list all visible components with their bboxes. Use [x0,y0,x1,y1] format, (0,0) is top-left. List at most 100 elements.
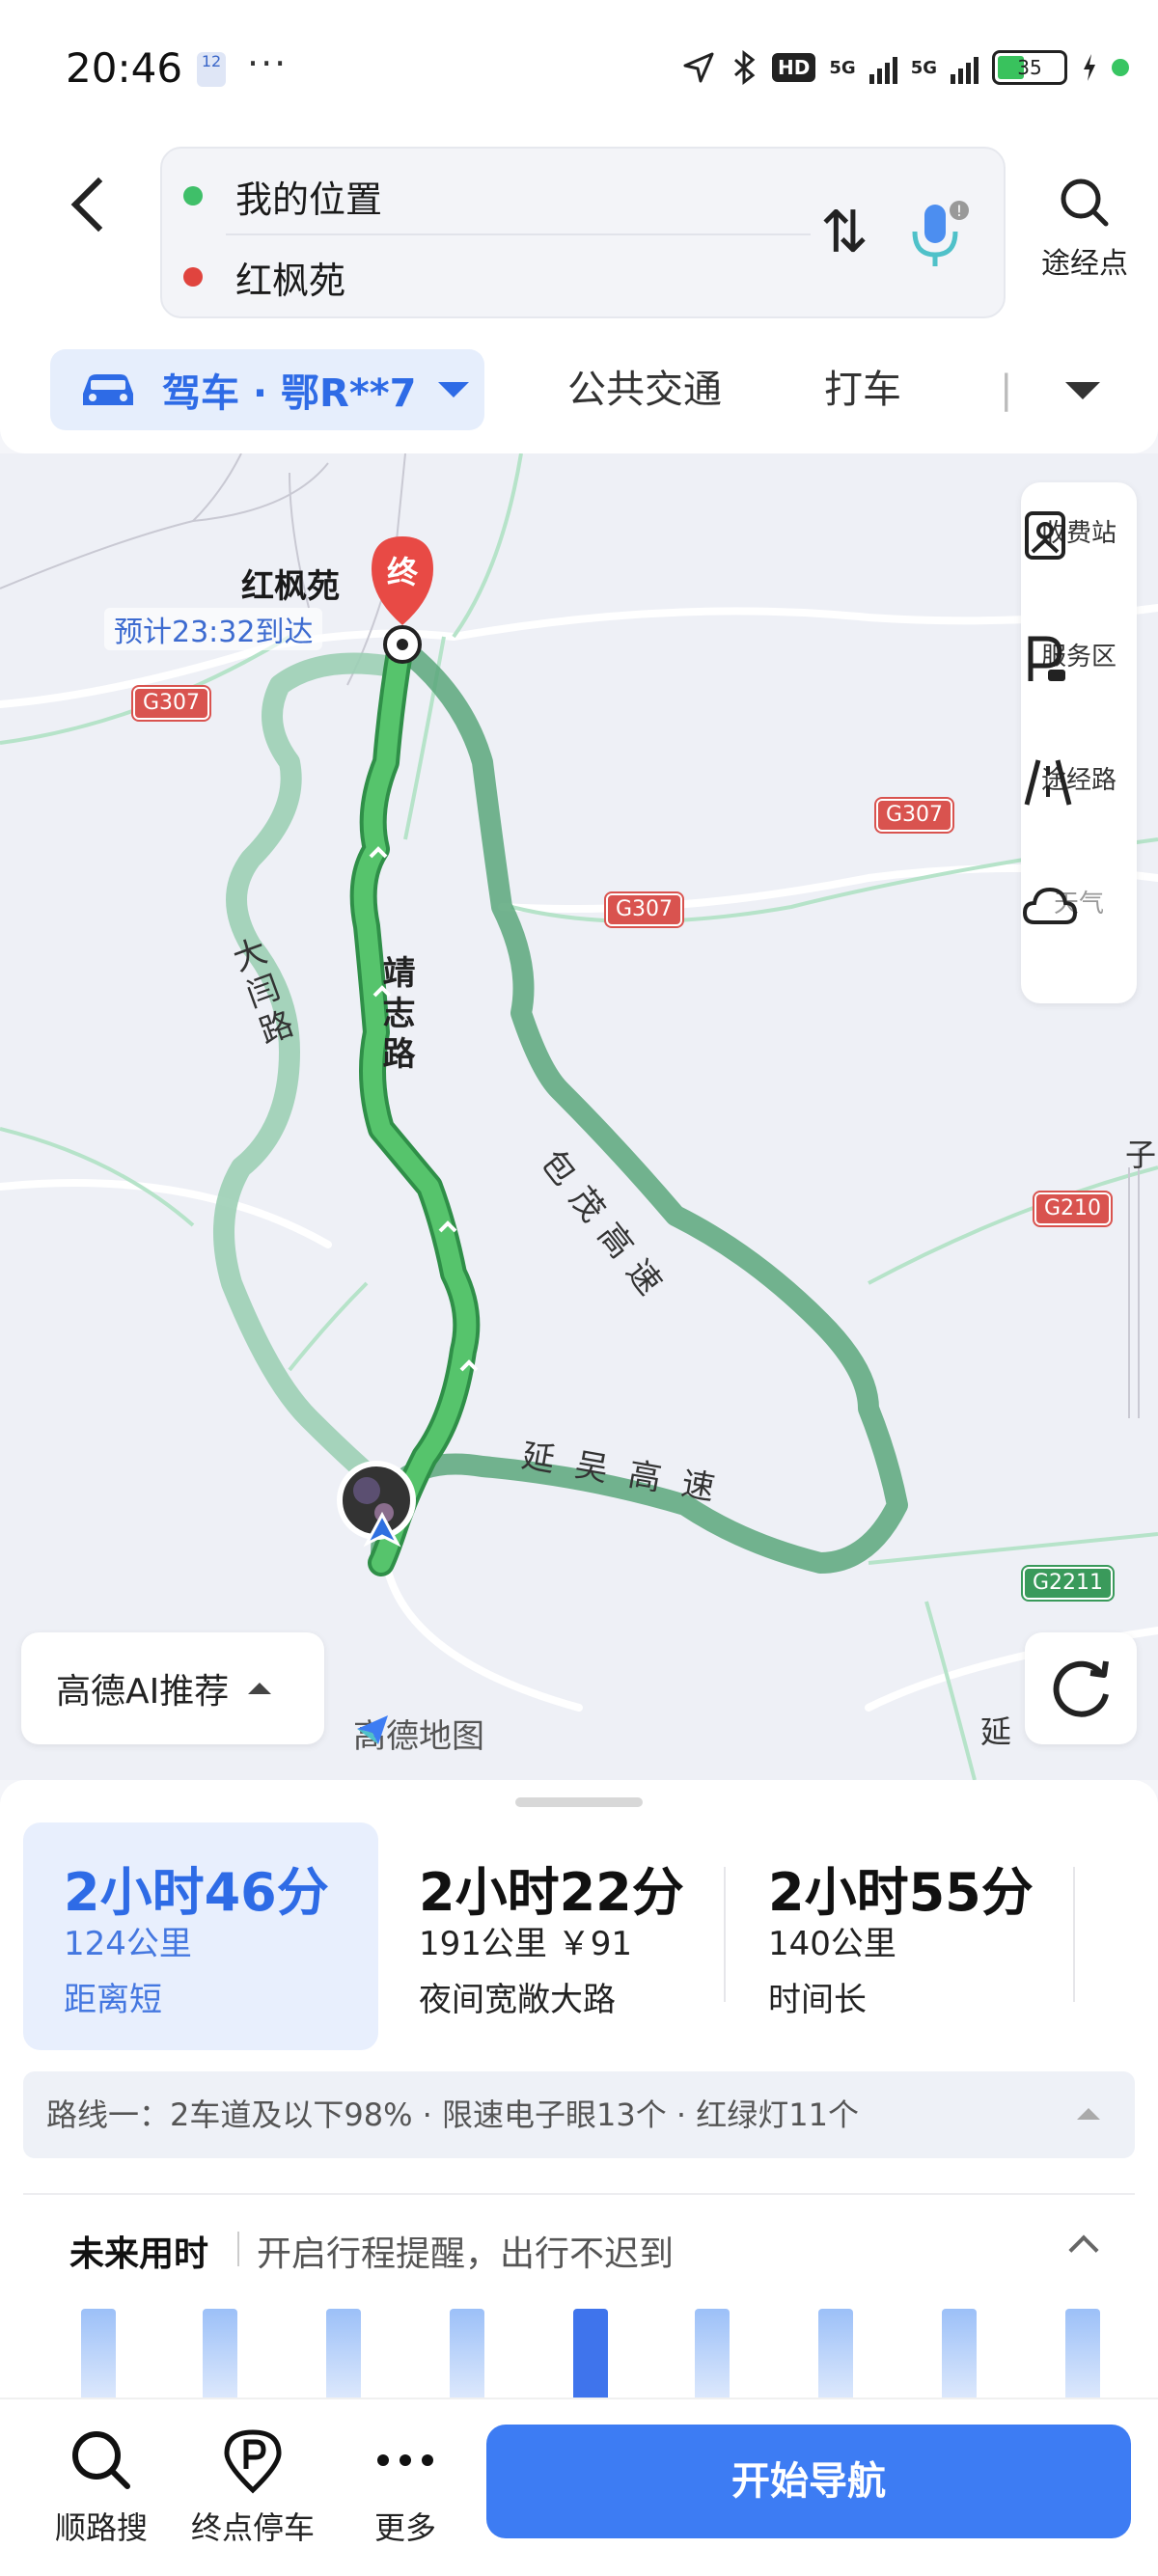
highway-badge: G210 [1034,1192,1112,1225]
battery-icon: 35 [992,50,1067,85]
weather-button[interactable]: 天气 [1021,880,1137,924]
highway-badge: G2211 [1023,1567,1114,1600]
sheet-drag-handle[interactable] [515,1797,643,1807]
tab-overflow-partial[interactable]: | [1000,349,1012,430]
hd-icon: HD [772,53,816,82]
section-divider [23,2193,1135,2195]
route-card-3[interactable]: 2小时55分 140公里 时间长 [728,1822,1075,2050]
road-icon [1024,759,1072,806]
map-brand: 高德地图 [353,1710,484,1757]
location-arrow-icon [683,52,714,83]
battery-level: 35 [1017,56,1042,79]
waypoint-button[interactable]: 途经点 [1027,174,1143,282]
swap-icon[interactable]: ⇅ [811,189,878,276]
signal-icon-2 [951,51,979,84]
refresh-icon [1053,1660,1109,1717]
search-icon [72,2431,130,2489]
tab-taxi[interactable]: 打车 [824,349,901,430]
route-duration: 2小时22分 [419,1862,684,1923]
service-area-button[interactable]: 服务区 [1021,633,1137,681]
route-divider [724,1867,726,2002]
more-modes-chevron-icon[interactable] [1065,382,1100,399]
route-tag: 夜间宽敞大路 [419,1981,616,2019]
highway-badge: G307 [606,893,683,926]
route-distance: 140公里 [768,1925,896,1963]
map-edge-label: 子 [1125,1137,1157,1173]
route-duration: 2小时55分 [768,1862,1034,1923]
tab-drive[interactable]: 驾车 · 鄂R**7 [50,349,484,430]
more-button[interactable]: 更多 [357,2426,454,2548]
route-info-bar[interactable]: 路线一：2车道及以下98% · 限速电子眼13个 · 红绿灯11个 [23,2071,1135,2158]
route-info-text: 路线一：2车道及以下98% · 限速电子眼13个 · 红绿灯11个 [46,2096,859,2133]
origin-dot-icon [183,186,203,206]
route-divider [1073,1867,1075,2002]
voice-mic-icon[interactable]: ! [899,191,977,278]
route-box-divider [226,233,811,235]
tab-public-transit[interactable]: 公共交通 [567,349,722,430]
status-bar: 20:46 12 ··· HD 5G 5G 35 [0,0,1158,135]
ai-recommend-label: 高德AI推荐 [56,1672,230,1712]
origin-text: 我的位置 [235,178,383,221]
refresh-button[interactable] [1025,1632,1137,1744]
car-icon [83,374,133,405]
network-label-2: 5G [910,57,937,78]
back-button[interactable] [62,164,120,241]
future-time-bar[interactable] [326,2309,361,2398]
ai-recommend-button[interactable]: 高德AI推荐 [21,1632,324,1744]
destination-field[interactable]: 红枫苑 [183,243,345,311]
app-screen: 20:46 12 ··· HD 5G 5G 35 我的位置 红枫苑 ⇅ ! 途经… [0,0,1158,2576]
transport-mode-tabs: 驾车 · 鄂R**7 公共交通 打车 | [0,349,1158,432]
svg-text:!: ! [956,202,962,220]
destination-text: 红枫苑 [235,259,346,302]
bluetooth-icon [734,50,756,85]
chevron-down-icon [437,382,469,397]
route-card-2[interactable]: 2小时22分 191公里 ￥91 夜间宽敞大路 [378,1822,728,2050]
privacy-dot-icon [1112,59,1129,76]
search-along-button[interactable]: 顺路搜 [48,2426,154,2548]
more-notifications-icon: ··· [247,42,289,85]
toll-station-icon [1025,511,1065,560]
waypoint-label: 途经点 [1041,247,1128,281]
tab-drive-label: 驾车 · 鄂R**7 [162,371,417,416]
future-time-bar[interactable] [1065,2309,1100,2398]
route-distance: 191公里 ￥91 [419,1925,632,1963]
service-area-icon [1028,636,1065,681]
chevron-up-icon[interactable] [1068,2234,1099,2265]
waypoint-road-button[interactable]: 途经路 [1021,756,1137,806]
future-time-bar[interactable] [203,2309,237,2398]
origin-field[interactable]: 我的位置 [183,162,382,230]
road-label-main: 靖志路 [376,955,415,1077]
map-tools-panel: 收费站 服务区 途经路 天气 [1021,482,1137,1003]
search-along-label: 顺路搜 [54,2509,148,2546]
route-distance: 124公里 [64,1925,192,1963]
gaode-logo-icon [357,1715,388,1744]
route-sheet: 2小时46分 124公里 距离短 2小时22分 191公里 ￥91 夜间宽敞大路… [0,1780,1158,2398]
parking-icon [224,2429,282,2494]
notification-badge-icon: 12 [197,52,226,87]
destination-parking-button[interactable]: 终点停车 [185,2426,320,2548]
map-view[interactable]: 终 红枫苑 预计23:32到达 G307 G307 G307 G210 G221… [0,453,1158,1780]
route-card-4-partial[interactable] [1079,1822,1158,2050]
route-card-1[interactable]: 2小时46分 124公里 距离短 [23,1822,378,2050]
future-time-bar[interactable] [81,2309,116,2398]
future-time-bar[interactable] [695,2309,730,2398]
eta-label: 预计23:32到达 [104,608,323,650]
search-icon [1061,178,1109,227]
toll-station-button[interactable]: 收费站 [1021,509,1137,560]
future-time-bar[interactable] [942,2309,977,2398]
route-duration: 2小时46分 [64,1862,329,1923]
more-label: 更多 [373,2509,436,2546]
future-time-bar[interactable] [818,2309,853,2398]
future-time-title: 未来用时 [69,2234,209,2274]
route-header: 我的位置 红枫苑 ⇅ ! 途经点 驾车 · 鄂R**7 公共交通 打车 | [0,135,1158,453]
future-time-bar-selected[interactable] [573,2309,608,2398]
destination-pin-label: 终 [387,554,419,590]
destination-map-label: 红枫苑 [241,567,340,606]
chevron-up-icon [248,1683,272,1694]
route-tag: 距离短 [64,1981,162,2019]
route-tag: 时间长 [768,1981,867,2019]
future-time-desc[interactable]: 开启行程提醒，出行不迟到 [257,2226,674,2276]
bottom-action-bar: 顺路搜 终点停车 更多 开始导航 [0,2398,1158,2576]
future-time-bar[interactable] [450,2309,484,2398]
start-navigation-button[interactable]: 开始导航 [486,2425,1131,2538]
